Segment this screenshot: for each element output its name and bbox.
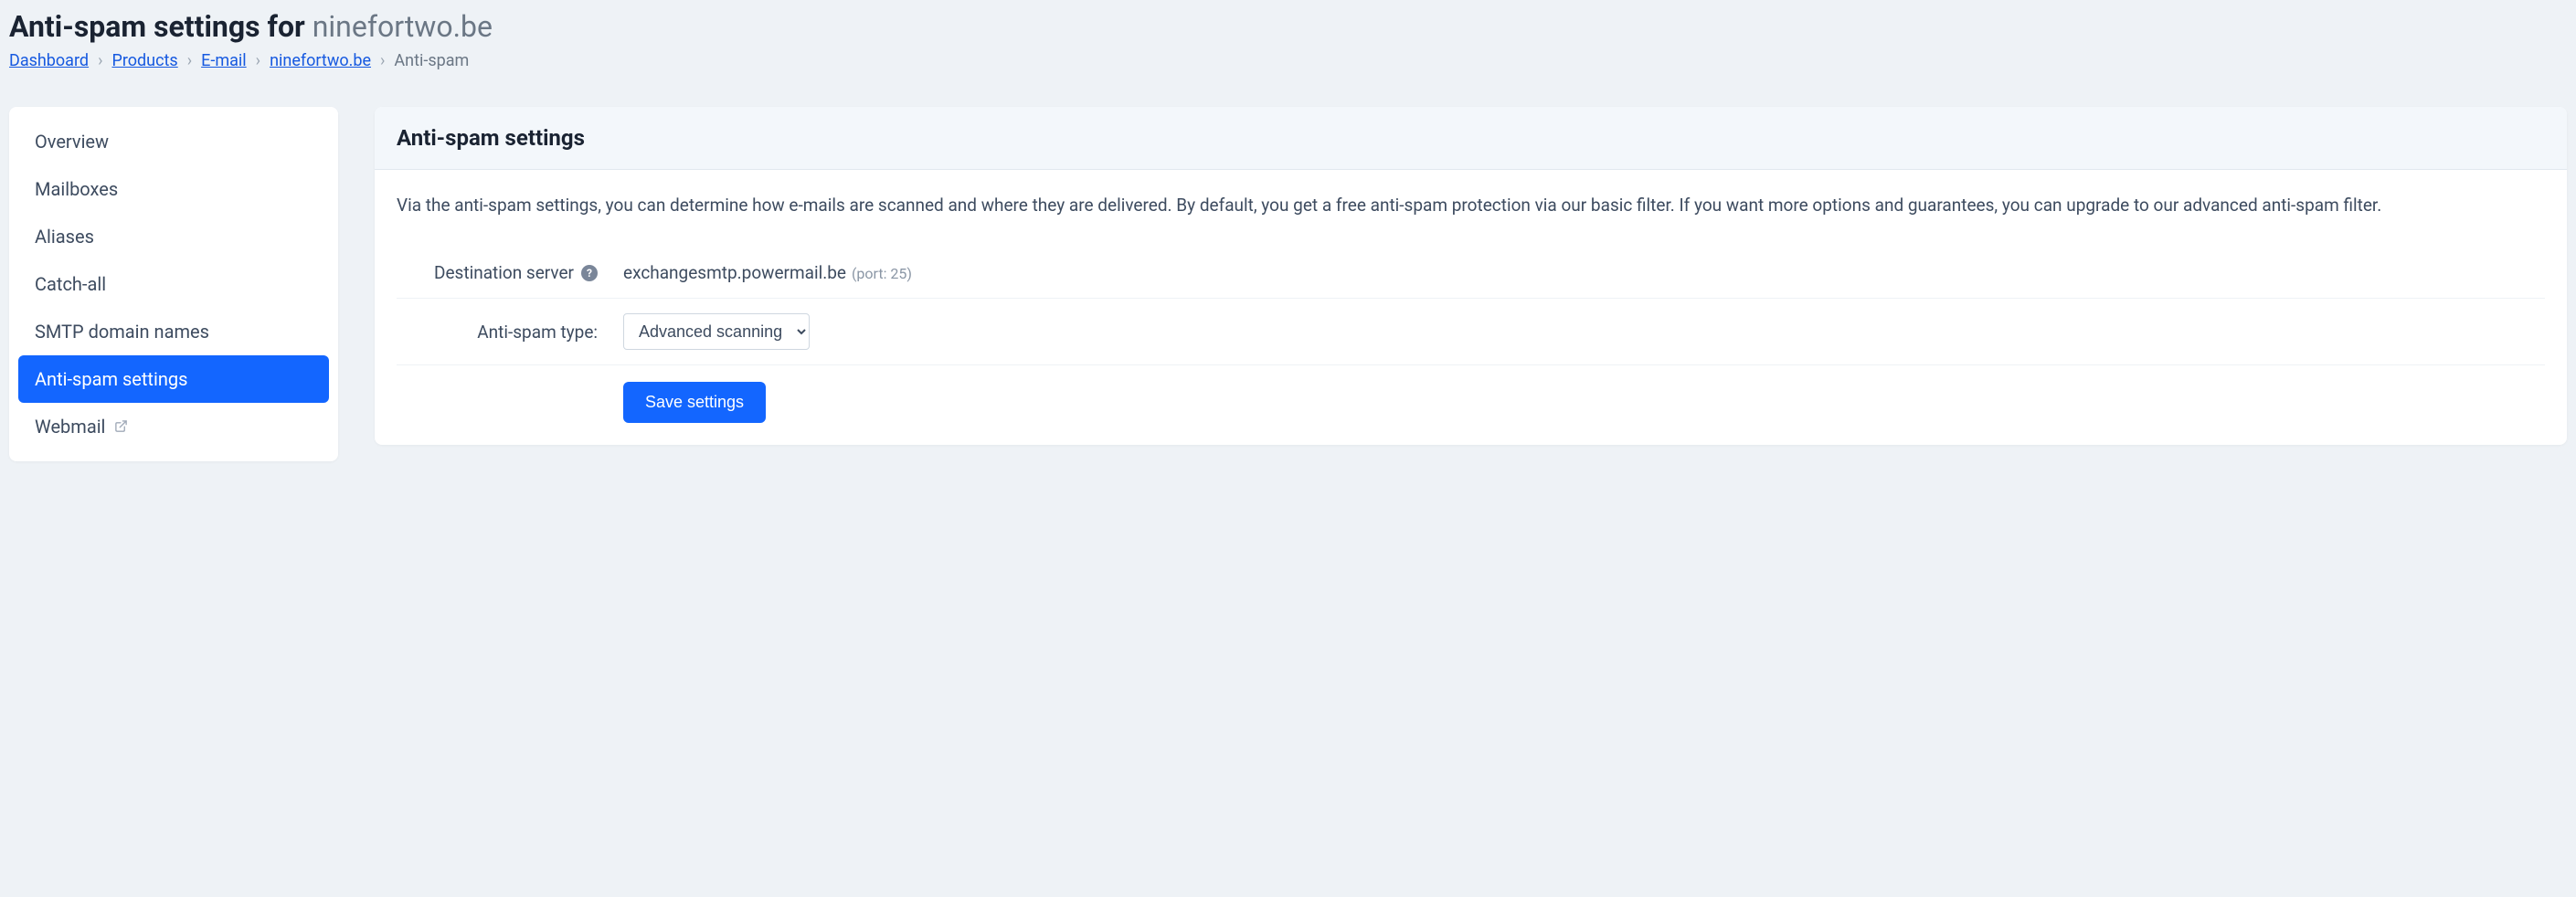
page-title: Anti-spam settings for ninefortwo.be [9,9,2567,44]
panel-title: Anti-spam settings [397,125,2545,151]
external-link-icon [114,416,128,438]
chevron-right-icon: › [98,51,102,70]
sidebar-item-antispam[interactable]: Anti-spam settings [18,355,329,403]
sidebar-item-catchall[interactable]: Catch-all [18,260,329,308]
panel-body: Via the anti-spam settings, you can dete… [375,170,2567,445]
antispam-type-label: Anti-spam type: [397,322,598,343]
chevron-right-icon: › [256,51,260,70]
breadcrumb-products[interactable]: Products [111,51,177,70]
sidebar-item-label: Mailboxes [35,178,118,200]
sidebar-item-label: Webmail [35,416,105,438]
panel-header: Anti-spam settings [375,107,2567,170]
sidebar: Overview Mailboxes Aliases Catch-all SMT… [9,107,338,461]
page-title-domain: ninefortwo.be [313,9,493,44]
row-antispam-type: Anti-spam type: Advanced scanning [397,299,2545,365]
breadcrumb-current: Anti-spam [394,51,469,70]
breadcrumb: Dashboard › Products › E-mail › ninefort… [9,51,2567,70]
panel-description: Via the anti-spam settings, you can dete… [397,192,2545,218]
form-actions: Save settings [397,365,2545,423]
row-destination-server: Destination server ? exchangesmtp.powerm… [397,248,2545,299]
destination-server-value: exchangesmtp.powermail.be (port: 25) [623,262,912,283]
breadcrumb-domain[interactable]: ninefortwo.be [270,51,371,70]
sidebar-item-label: Overview [35,131,109,153]
sidebar-item-label: Aliases [35,226,94,248]
sidebar-item-label: SMTP domain names [35,321,209,343]
settings-panel: Anti-spam settings Via the anti-spam set… [375,107,2567,445]
sidebar-item-webmail[interactable]: Webmail [18,403,329,450]
breadcrumb-dashboard[interactable]: Dashboard [9,51,89,70]
sidebar-item-smtp[interactable]: SMTP domain names [18,308,329,355]
sidebar-item-mailboxes[interactable]: Mailboxes [18,165,329,213]
chevron-right-icon: › [187,51,192,70]
chevron-right-icon: › [380,51,385,70]
save-settings-button[interactable]: Save settings [623,382,766,423]
sidebar-item-aliases[interactable]: Aliases [18,213,329,260]
sidebar-item-label: Anti-spam settings [35,368,187,390]
antispam-type-select[interactable]: Advanced scanning [623,313,810,350]
destination-server-label: Destination server ? [397,262,598,283]
page-title-prefix: Anti-spam settings for [9,9,313,44]
help-icon[interactable]: ? [581,265,598,281]
breadcrumb-email[interactable]: E-mail [201,51,247,70]
sidebar-item-overview[interactable]: Overview [18,118,329,165]
sidebar-item-label: Catch-all [35,273,106,295]
